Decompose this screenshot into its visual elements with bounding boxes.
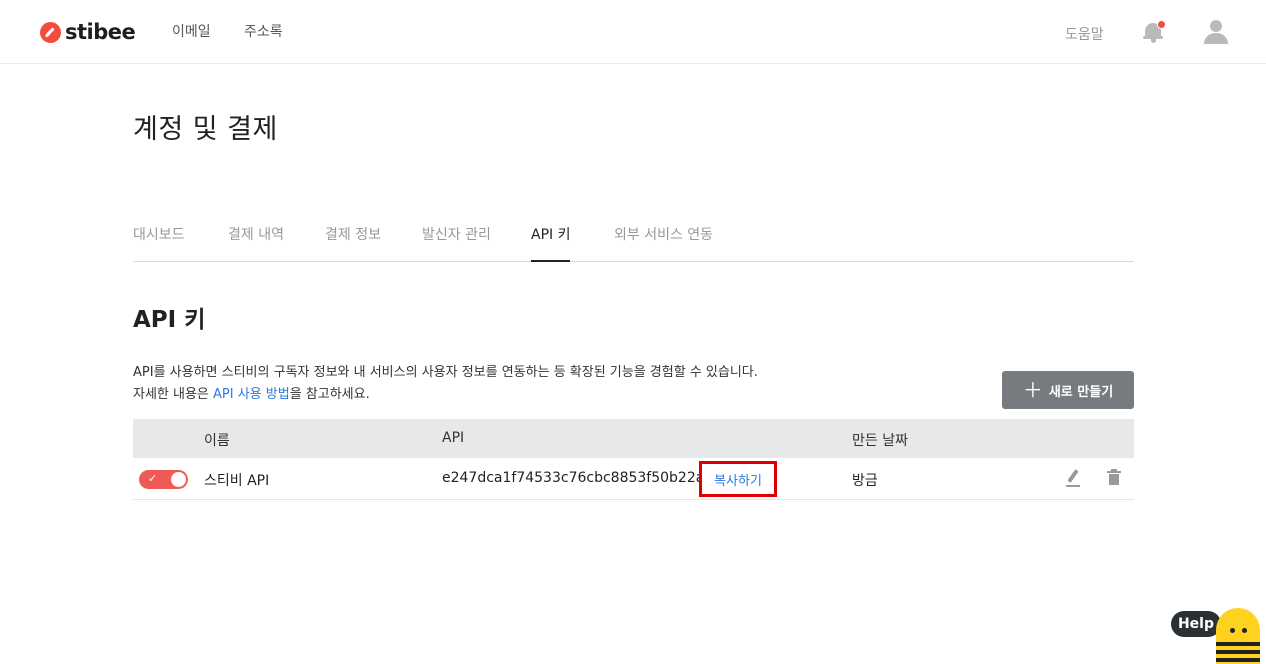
check-icon: ✓ [148,472,158,485]
desc-line-1: API를 사용하면 스티비의 구독자 정보와 내 서비스의 사용자 정보를 연동… [133,365,758,380]
stibee-logo-icon [40,21,61,43]
nav-email[interactable]: 이메일 [172,21,211,41]
header-api: API [442,430,465,446]
page-title: 계정 및 결제 [133,114,278,145]
bee-mascot-icon [1216,608,1260,664]
table-row: ✓ 스티비 API e247dca1f74533c76cbc8853f50b22… [133,458,1134,500]
bee-eye-right [1242,628,1247,633]
help-bubble: Help [1171,611,1227,637]
tab-api-key[interactable]: API 키 [531,224,571,262]
create-new-button[interactable]: ＋ 새로 만들기 [1002,371,1134,409]
avatar-head [1210,20,1222,32]
api-key-value: e247dca1f74533c76cbc8853f50b22a... [442,470,718,486]
section-title: API 키 [133,307,206,333]
desc-prefix: 자세한 내용은 [133,387,214,402]
desc-suffix: 을 참고하세요. [289,387,370,402]
stibee-logo[interactable]: stibee [40,20,136,44]
bell-clapper [1151,39,1156,43]
pen-underline [1066,485,1080,487]
logo-text: stibee [65,20,136,44]
toggle-knob [171,472,186,487]
copy-label: 복사하기 [714,473,762,489]
notification-bell-icon[interactable] [1143,20,1166,44]
trash-lid [1107,471,1121,473]
tab-payment-history[interactable]: 결제 내역 [228,224,284,262]
header-created: 만든 날짜 [852,433,908,449]
bee-stripe [1216,658,1260,662]
tab-external-services[interactable]: 외부 서비스 연동 [614,224,713,262]
created-date: 방금 [852,473,878,489]
pen-shape [1067,469,1079,483]
tab-sender-management[interactable]: 발신자 관리 [422,224,491,262]
notification-badge [1157,20,1166,29]
api-name: 스티비 API [204,473,270,489]
help-chat-widget[interactable]: Help [1170,606,1266,664]
delete-trash-icon[interactable] [1107,469,1121,486]
account-tabs: 대시보드 결제 내역 결제 정보 발신자 관리 API 키 외부 서비스 연동 [133,208,1134,262]
create-new-label: 새로 만들기 [1048,384,1114,400]
table-header: 이름 API 만든 날짜 [133,419,1134,458]
bee-eye-left [1230,628,1235,633]
copy-api-key-button[interactable]: 복사하기 [699,461,777,497]
top-navigation-bar: stibee 이메일 주소록 도움말 [0,0,1266,64]
api-description: API를 사용하면 스티비의 구독자 정보와 내 서비스의 사용자 정보를 연동… [133,362,758,406]
api-enable-toggle[interactable]: ✓ [139,470,188,489]
api-key-table: 이름 API 만든 날짜 ✓ 스티비 API e247dca1f74533c76… [133,419,1134,500]
tab-payment-info[interactable]: 결제 정보 [325,224,381,262]
trash-can [1109,474,1119,485]
help-link[interactable]: 도움말 [1065,24,1104,44]
avatar-body [1204,33,1228,44]
desc-line-2: 자세한 내용은 API 사용 방법을 참고하세요. [133,384,758,406]
edit-pencil-icon[interactable] [1064,469,1082,487]
tab-dashboard[interactable]: 대시보드 [133,224,185,262]
plus-icon: ＋ [1022,378,1043,402]
user-avatar-icon[interactable] [1203,20,1229,46]
header-name: 이름 [204,433,230,449]
api-usage-link[interactable]: API 사용 방법 [213,387,290,402]
bee-stripe [1216,650,1260,654]
nav-contacts[interactable]: 주소록 [244,21,283,41]
bee-stripe [1216,642,1260,646]
